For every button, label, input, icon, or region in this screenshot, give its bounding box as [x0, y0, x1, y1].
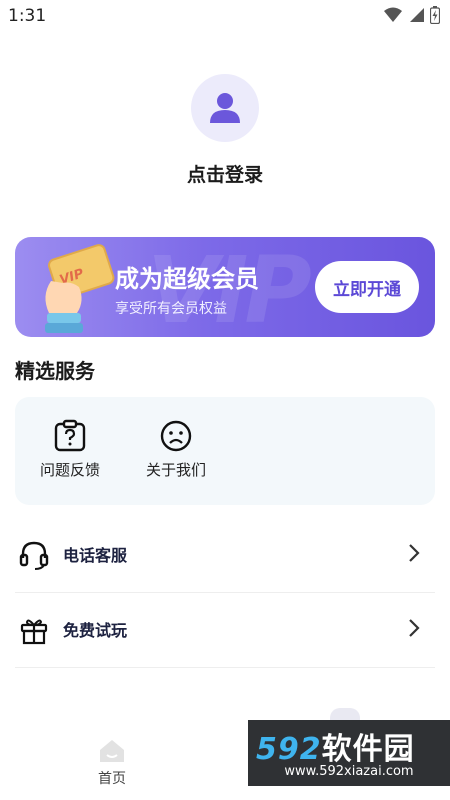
home-icon	[100, 740, 124, 762]
services-card: 问题反馈 关于我们	[15, 397, 435, 505]
watermark-brand-cn: 软件园	[321, 732, 415, 767]
headset-icon	[19, 541, 49, 570]
chevron-right-icon	[409, 544, 420, 562]
feedback-icon	[54, 419, 86, 452]
gift-icon	[20, 619, 48, 645]
watermark-url: www.592xiazai.com	[284, 764, 414, 779]
services-title: 精选服务	[15, 359, 95, 383]
chevron-right-icon	[409, 619, 420, 637]
login-link[interactable]: 点击登录	[0, 160, 450, 187]
list-item-phone-service[interactable]: 电话客服	[15, 517, 435, 593]
user-icon	[210, 93, 240, 123]
avatar[interactable]	[191, 74, 259, 142]
status-time: 1:31	[8, 6, 47, 26]
status-bar: 1:31	[0, 0, 450, 32]
tab-home[interactable]: 首页	[80, 738, 144, 788]
vip-title: 成为超级会员	[115, 265, 259, 293]
watermark-brand-number: 592	[256, 732, 322, 767]
about-icon	[160, 420, 192, 452]
vip-open-button[interactable]: 立即开通	[315, 261, 419, 313]
battery-icon	[430, 6, 440, 24]
site-watermark: 592软件园 www.592xiazai.com	[248, 720, 450, 786]
watermark-brand: 592软件园	[256, 724, 415, 768]
wifi-icon	[384, 7, 402, 22]
vip-banner[interactable]: VIP VIP 成为超级会员 享受所有会员权益 立即开通	[15, 237, 435, 337]
vip-card-illustration: VIP	[45, 244, 115, 333]
service-about[interactable]: 关于我们	[131, 419, 221, 480]
list-item-trial-label: 免费试玩	[63, 621, 128, 640]
list-item-free-trial[interactable]: 免费试玩	[15, 592, 435, 668]
list-item-phone-label: 电话客服	[63, 546, 128, 565]
vip-subtitle: 享受所有会员权益	[115, 301, 227, 317]
tab-home-label: 首页	[98, 771, 126, 787]
status-icons	[384, 6, 440, 24]
signal-icon	[410, 8, 424, 22]
service-about-label: 关于我们	[145, 461, 206, 479]
service-feedback-label: 问题反馈	[39, 461, 100, 479]
service-feedback[interactable]: 问题反馈	[25, 419, 115, 480]
